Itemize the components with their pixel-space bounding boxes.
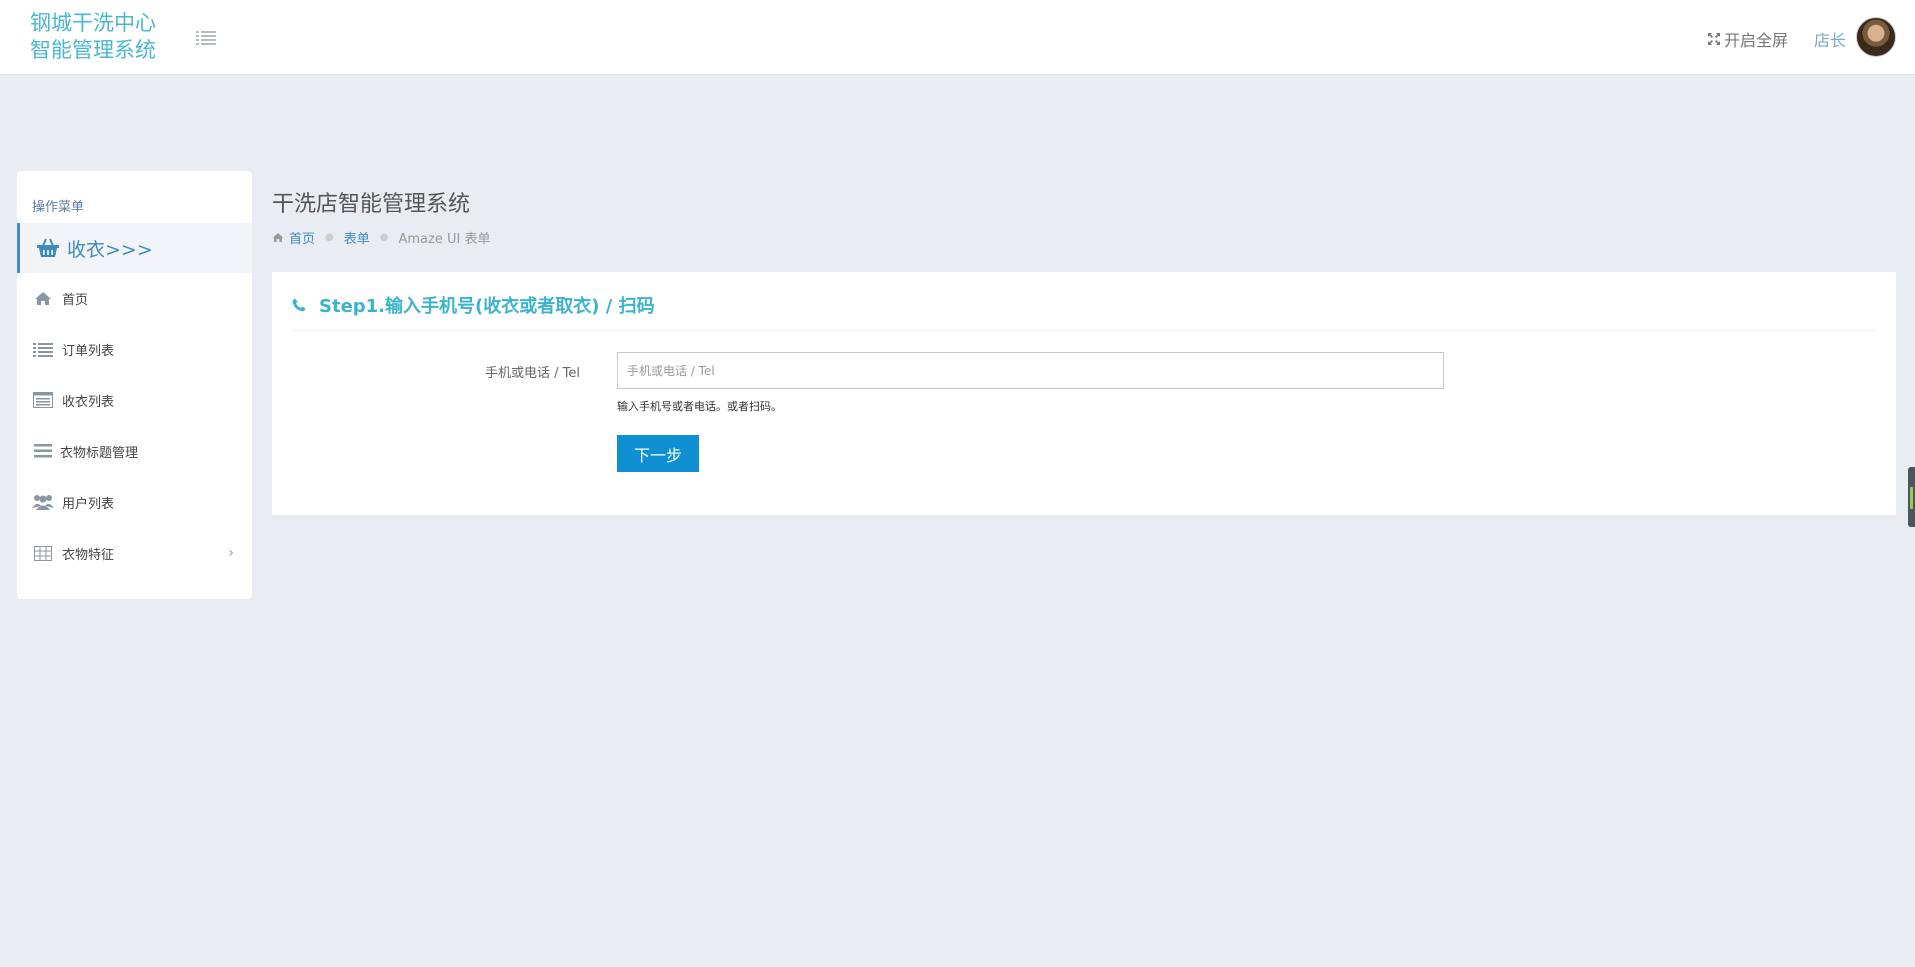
menu-toggle-icon[interactable] [196, 28, 216, 46]
phone-field-help: 输入手机号或者电话。或者扫码。 [617, 400, 782, 413]
divider [292, 330, 1876, 331]
side-panel-handle[interactable] [1908, 467, 1915, 527]
breadcrumb: 首页 ● 表单 ● Amaze UI 表单 [272, 228, 490, 247]
sidebar: 操作菜单 收衣>>> 首页 订单列表 收衣列表 衣物标题管理 用户列表 衣物特征… [17, 171, 252, 599]
card-title: Step1.输入手机号(收衣或者取衣) / 扫码 [292, 292, 655, 318]
home-icon [32, 289, 54, 307]
list-icon [32, 340, 54, 358]
expand-icon [1708, 33, 1720, 45]
logo-line-2: 智能管理系统 [30, 38, 156, 62]
sidebar-item-receive-clothes[interactable]: 收衣>>> [17, 223, 252, 273]
card-title-text: Step1.输入手机号(收衣或者取衣) / 扫码 [319, 296, 655, 317]
app-logo[interactable]: 钢城干洗中心 智能管理系统 [30, 10, 156, 64]
sidebar-item-label: 首页 [62, 292, 89, 308]
sidebar-item-label: 衣物特征 [62, 547, 115, 563]
phone-field-label: 手机或电话 / Tel [485, 366, 580, 381]
table-list-icon [32, 391, 54, 409]
basket-icon [37, 238, 59, 257]
sidebar-item-label: 订单列表 [62, 343, 115, 359]
next-step-button[interactable]: 下一步 [617, 435, 699, 472]
home-icon [272, 233, 284, 242]
sidebar-item-user-list[interactable]: 用户列表 [17, 482, 252, 522]
sidebar-item-label: 衣物标题管理 [60, 445, 139, 461]
sidebar-item-label: 收衣>>> [67, 238, 153, 261]
avatar[interactable] [1856, 17, 1896, 57]
sidebar-item-label: 收衣列表 [62, 394, 115, 410]
fullscreen-button[interactable]: 开启全屏 [1707, 27, 1788, 51]
sidebar-caption: 操作菜单 [32, 200, 85, 215]
form-card: Step1.输入手机号(收衣或者取衣) / 扫码 手机或电话 / Tel 输入手… [272, 272, 1896, 515]
top-header: 钢城干洗中心 智能管理系统 开启全屏 店长 [0, 0, 1915, 75]
sidebar-item-order-list[interactable]: 订单列表 [17, 329, 252, 369]
fullscreen-label: 开启全屏 [1724, 31, 1789, 50]
sidebar-item-clothes-features[interactable]: 衣物特征 › [17, 533, 252, 573]
breadcrumb-current: Amaze UI 表单 [398, 232, 491, 247]
sidebar-item-clothes-title[interactable]: 衣物标题管理 [17, 431, 252, 471]
users-icon [32, 493, 54, 511]
sidebar-item-receive-list[interactable]: 收衣列表 [17, 380, 252, 420]
logo-line-1: 钢城干洗中心 [30, 11, 156, 35]
bars-icon [32, 442, 54, 460]
breadcrumb-separator: ● [379, 232, 389, 243]
chevron-right-icon: › [228, 545, 234, 561]
breadcrumb-home-link[interactable]: 首页 [289, 228, 315, 247]
phone-icon [292, 298, 306, 312]
breadcrumb-section-link[interactable]: 表单 [344, 228, 370, 247]
page-title: 干洗店智能管理系统 [272, 192, 471, 217]
user-name[interactable]: 店长 [1814, 27, 1846, 51]
grid-icon [32, 544, 54, 562]
sidebar-item-label: 用户列表 [62, 496, 115, 512]
phone-input[interactable] [617, 352, 1444, 389]
breadcrumb-separator: ● [325, 232, 334, 243]
sidebar-item-home[interactable]: 首页 [17, 278, 252, 318]
